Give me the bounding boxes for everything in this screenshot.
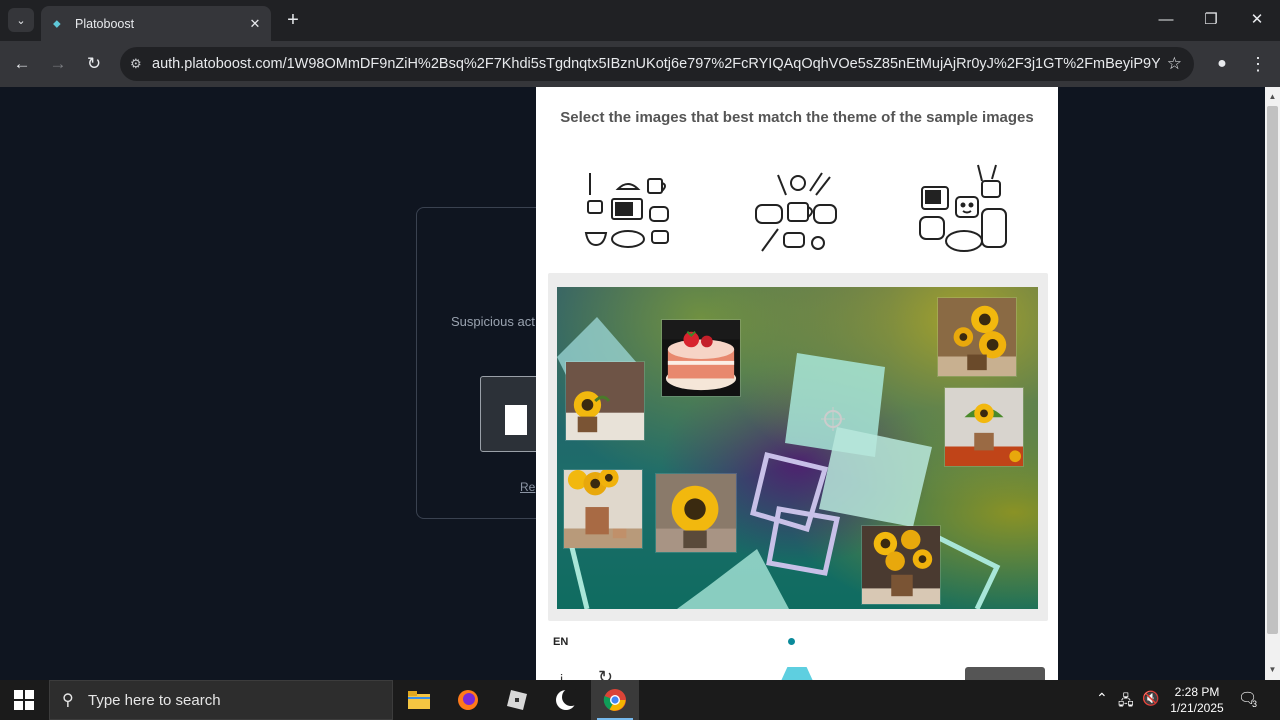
volume-muted-icon[interactable]: 🔇 <box>1142 690 1159 707</box>
reload-icon: ↻ <box>86 54 102 73</box>
info-icon[interactable]: i <box>560 671 563 680</box>
menu-kebab-icon[interactable]: ⋮ <box>1248 52 1268 76</box>
maximize-button[interactable]: ❐ <box>1199 9 1223 31</box>
tile-sunflower-bunch-left[interactable] <box>563 469 643 549</box>
captcha-challenge-area <box>548 273 1048 621</box>
chevron-down-icon: ⌄ <box>16 14 26 27</box>
clock-date: 1/21/2025 <box>1170 701 1224 715</box>
forward-button[interactable]: → <box>46 52 70 76</box>
tile-sunflower-bloom[interactable] <box>655 473 737 553</box>
file-explorer-icon[interactable] <box>395 680 443 720</box>
arrow-left-icon: ← <box>13 54 31 73</box>
new-tab-button[interactable]: + <box>283 9 303 31</box>
scroll-thumb[interactable] <box>1267 106 1278 634</box>
notification-icon[interactable]: 🗨 3 <box>1238 689 1260 711</box>
sample-image-2 <box>755 172 837 252</box>
sample-image-3 <box>919 164 1007 252</box>
tab-search-button[interactable]: ⌄ <box>8 8 34 32</box>
tile-sunflower-pot-top-right[interactable] <box>937 297 1017 377</box>
language-selector[interactable]: EN <box>553 636 568 648</box>
arrow-right-icon: → <box>49 54 67 73</box>
browser-tab[interactable]: ⬥ Platoboost ✕ <box>41 6 271 41</box>
chevron-up-icon[interactable]: ⌃ <box>1096 690 1108 707</box>
platoboost-favicon-icon: ⬥ <box>53 17 61 30</box>
scroll-up-icon[interactable]: ▲ <box>1265 90 1280 104</box>
tab-title: Platoboost <box>75 16 135 31</box>
background-status-text: Suspicious act <box>451 314 535 329</box>
captcha-canvas[interactable] <box>557 287 1038 609</box>
document-icon <box>505 405 527 435</box>
site-info-icon[interactable]: ⚙ <box>130 56 152 72</box>
skip-button[interactable] <box>965 667 1045 680</box>
bookmark-star-icon[interactable]: ☆ <box>1160 54 1182 74</box>
sample-image-1 <box>584 173 669 248</box>
system-clock[interactable]: 2:28 PM 1/21/2025 <box>1164 684 1230 716</box>
windows-taskbar: ⚲ Type here to search ⌃ 🖧 🔇 2:28 PM 1/21… <box>0 680 1280 720</box>
notification-count: 3 <box>1252 699 1258 709</box>
clock-time: 2:28 PM <box>1174 685 1220 699</box>
tile-sunflower-on-table[interactable] <box>565 361 645 441</box>
back-button[interactable]: ← <box>10 52 34 76</box>
search-icon: ⚲ <box>62 692 74 709</box>
tile-sunflower-pot-right[interactable] <box>944 387 1024 467</box>
address-bar[interactable]: ⚙ auth.platoboost.com/1W98OMmDF9nZiH%2Bs… <box>120 47 1194 81</box>
minimize-button[interactable]: — <box>1154 9 1178 31</box>
tile-strawberry-cake[interactable] <box>661 319 741 397</box>
roblox-icon[interactable] <box>493 680 541 720</box>
taskbar-search-box[interactable]: ⚲ Type here to search <box>49 680 393 720</box>
browser-toolbar: ← → ↻ ⚙ auth.platoboost.com/1W98OMmDF9nZ… <box>0 41 1280 87</box>
chrome-icon[interactable] <box>591 680 639 720</box>
tile-sunflower-pot-bottom[interactable] <box>861 525 941 605</box>
tab-strip: ⌄ ⬥ Platoboost ✕ + — ❐ ✕ <box>0 0 1280 41</box>
captcha-logo-icon <box>781 667 813 680</box>
moon-app-icon[interactable] <box>542 680 590 720</box>
firefox-icon[interactable] <box>444 680 492 720</box>
taskbar-search-placeholder: Type here to search <box>88 691 221 709</box>
profile-icon[interactable]: ● <box>1210 52 1234 76</box>
url-text[interactable]: auth.platoboost.com/1W98OMmDF9nZiH%2Bsq%… <box>152 56 1160 72</box>
tab-close-icon[interactable]: ✕ <box>247 16 263 32</box>
background-link[interactable]: Re <box>520 480 535 494</box>
reload-button[interactable]: ↻ <box>82 52 106 76</box>
refresh-icon[interactable]: ↻ <box>598 667 613 680</box>
captcha-modal: Select the images that best match the th… <box>536 87 1058 680</box>
close-window-button[interactable]: ✕ <box>1245 9 1269 31</box>
scroll-down-icon[interactable]: ▼ <box>1265 663 1280 677</box>
windows-start-icon[interactable] <box>14 690 34 710</box>
captcha-prompt: Select the images that best match the th… <box>560 109 1034 126</box>
network-icon[interactable]: 🖧 <box>1118 690 1134 714</box>
page-indicator-dot <box>788 638 795 645</box>
